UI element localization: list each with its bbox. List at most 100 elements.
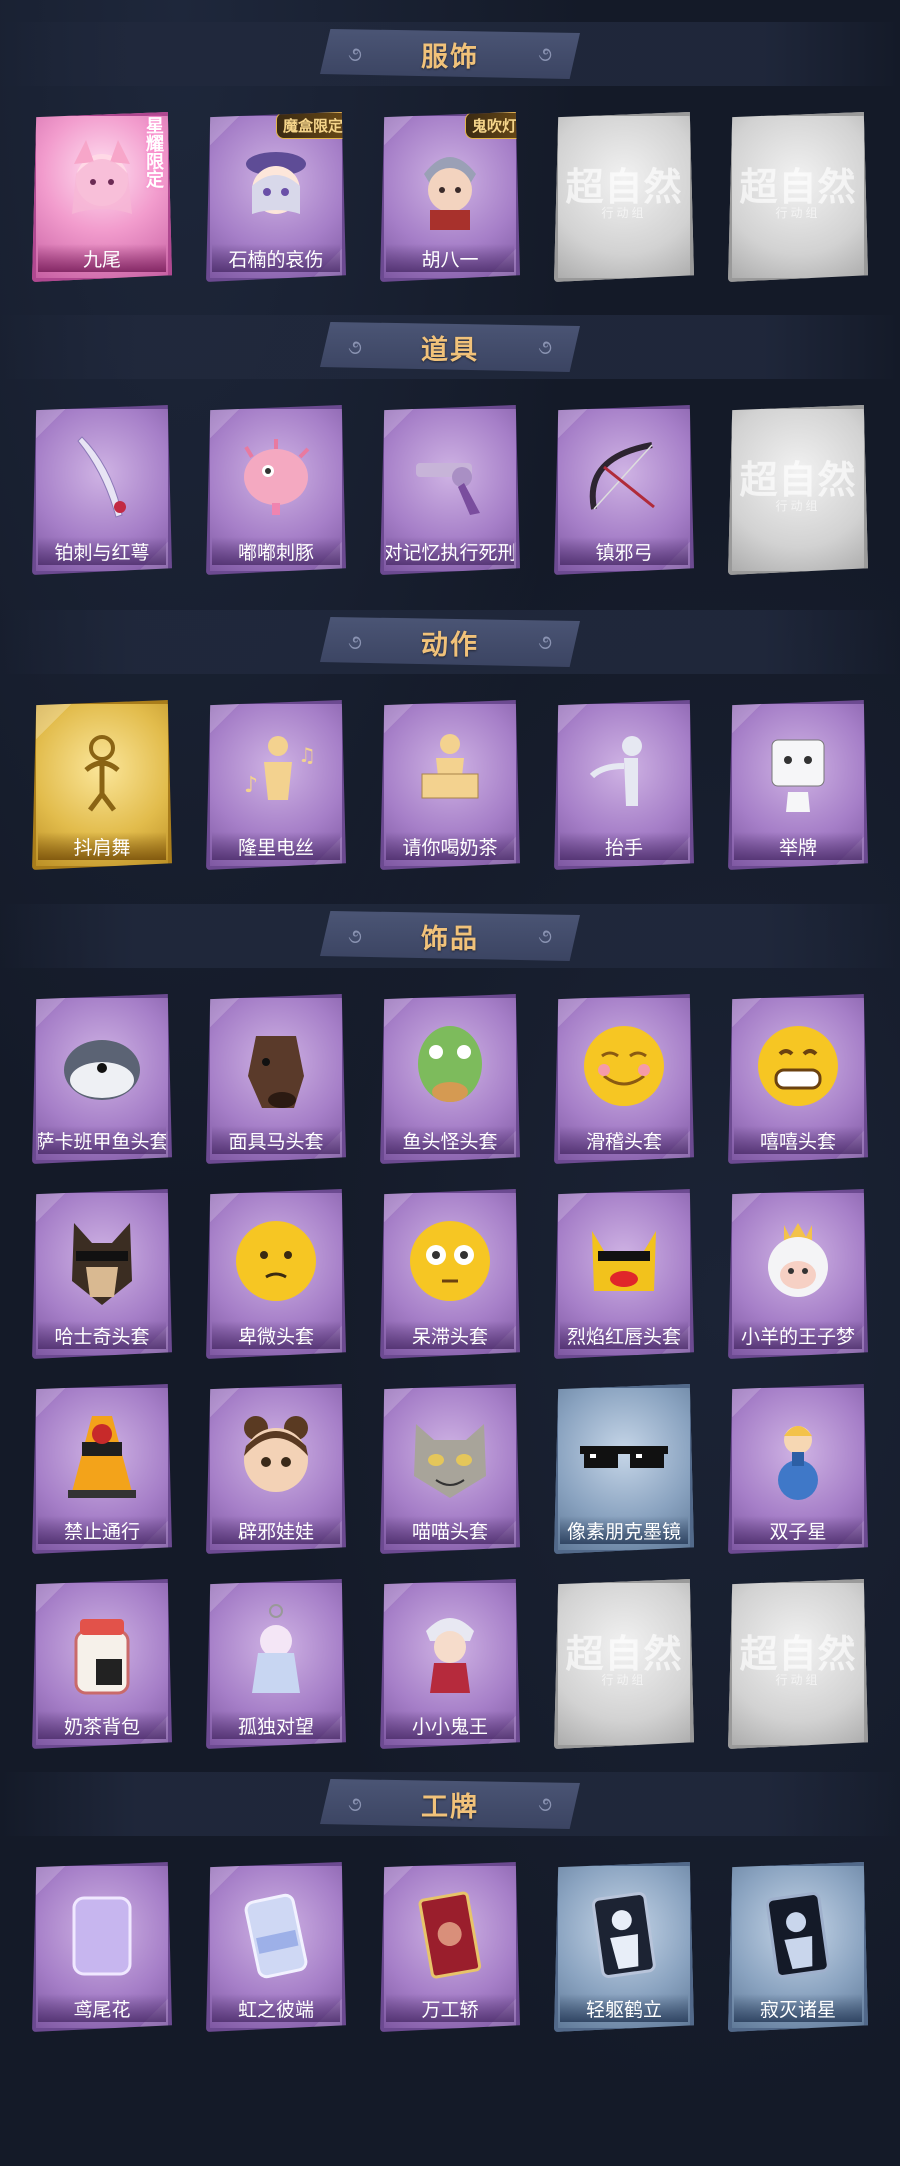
pufferfish-icon	[226, 427, 326, 527]
section-title-banner: ૭ 工牌 ૭	[320, 1779, 580, 1829]
reward-card-label: 轻躯鹤立	[560, 1994, 688, 2022]
red-card-icon	[400, 1884, 500, 1984]
placeholder-logo-subtext: 行动组	[601, 1673, 647, 1687]
section-title-banner: ૭ 饰品 ૭	[320, 911, 580, 961]
fox-girl-portrait-icon	[52, 134, 152, 234]
sign-pose-icon	[400, 722, 500, 822]
reward-card-label: 镇邪弓	[560, 537, 688, 565]
reward-card[interactable]: 超自然 行动组	[728, 405, 868, 575]
reward-catalog: ૭ 服饰 ૭ 九尾 星耀限定 石楠的哀伤 魔盒限定 胡八一 鬼吹灯 超自然 行动组 超自然 行动组 ૭ 道具…	[0, 0, 900, 2166]
reward-card[interactable]: 抬手	[554, 700, 694, 870]
placeholder-logo-text: 超自然	[739, 1631, 857, 1676]
sheep-crown-icon	[748, 1211, 848, 1311]
keychain-figure-icon	[226, 1601, 326, 1701]
badge-card-icon	[52, 1884, 152, 1984]
milk-tea-bag-icon	[52, 1601, 152, 1701]
fish-head-icon	[52, 1016, 152, 1116]
reward-card-label: 哈士奇头套	[38, 1321, 166, 1349]
reward-card[interactable]: 超自然 行动组	[554, 1579, 694, 1749]
placeholder-logo-subtext: 行动组	[775, 206, 821, 220]
reward-card[interactable]: 镇邪弓	[554, 405, 694, 575]
section-title-banner: ૭ 服饰 ૭	[320, 29, 580, 79]
reward-card[interactable]: 万工轿	[380, 1862, 520, 2032]
pixel-sunglasses-icon	[574, 1406, 674, 1506]
reward-card-label: 举牌	[734, 832, 862, 860]
swirl-ornament-icon: ૭	[348, 630, 362, 654]
reward-card[interactable]: 抖肩舞	[32, 700, 172, 870]
swirl-ornament-icon: ૭	[538, 924, 552, 948]
placeholder-logo-subtext: 行动组	[775, 499, 821, 513]
reward-card-label: 虹之彼端	[212, 1994, 340, 2022]
raise-hand-pose-icon	[574, 722, 674, 822]
reward-card[interactable]: 对记忆执行死刑	[380, 405, 520, 575]
reward-card[interactable]: ♪ ♫ 隆里电丝	[206, 700, 346, 870]
dance-pose-icon	[52, 722, 152, 822]
reward-card[interactable]: 小羊的王子梦	[728, 1189, 868, 1359]
reward-card[interactable]: 奶茶背包	[32, 1579, 172, 1749]
reward-card[interactable]: 滑稽头套	[554, 994, 694, 1164]
reward-card[interactable]: 禁止通行	[32, 1384, 172, 1554]
reward-card-label: 呆滞头套	[386, 1321, 514, 1349]
swirl-ornament-icon: ૭	[348, 335, 362, 359]
reward-card[interactable]: 铂刺与红萼	[32, 405, 172, 575]
reward-card[interactable]: 请你喝奶茶	[380, 700, 520, 870]
reward-card[interactable]: 呆滞头套	[380, 1189, 520, 1359]
reward-card[interactable]: 九尾 星耀限定	[32, 112, 172, 282]
section-title: 道具	[421, 334, 479, 366]
reward-card[interactable]: 小小鬼王	[380, 1579, 520, 1749]
bow-icon	[574, 427, 674, 527]
reward-card[interactable]: 喵喵头套	[380, 1384, 520, 1554]
reward-card[interactable]: 超自然 行动组	[728, 112, 868, 282]
reward-card[interactable]: 卑微头套	[206, 1189, 346, 1359]
cat-head-icon	[400, 1406, 500, 1506]
reward-card[interactable]: 哈士奇头套	[32, 1189, 172, 1359]
husky-head-icon	[52, 1211, 152, 1311]
reward-card[interactable]: 嘻嘻头套	[728, 994, 868, 1164]
reward-card[interactable]: 鱼头怪头套	[380, 994, 520, 1164]
reward-card-label: 萨卡班甲鱼头套	[38, 1126, 166, 1154]
placeholder-logo-text: 超自然	[565, 1631, 683, 1676]
svg-text:♫: ♫	[298, 743, 316, 767]
reward-card[interactable]: 双子星	[728, 1384, 868, 1554]
swirl-ornament-icon: ૭	[348, 924, 362, 948]
reward-card[interactable]: 虹之彼端	[206, 1862, 346, 2032]
section-title: 动作	[421, 629, 479, 661]
horse-head-icon	[226, 1016, 326, 1116]
reward-card-label: 铂刺与红萼	[38, 537, 166, 565]
twin-star-icon	[748, 1406, 848, 1506]
reward-card-label: 双子星	[734, 1516, 862, 1544]
reward-card[interactable]: 萨卡班甲鱼头套	[32, 994, 172, 1164]
girl-hat-portrait-icon	[226, 134, 326, 234]
reward-card[interactable]: 超自然 行动组	[554, 112, 694, 282]
svg-text:♪: ♪	[244, 773, 258, 798]
reward-card[interactable]: 像素朋克墨镜	[554, 1384, 694, 1554]
revolver-icon	[400, 427, 500, 527]
reward-card-label: 胡八一	[386, 244, 514, 272]
section-title: 饰品	[421, 923, 479, 955]
swirl-ornament-icon: ૭	[538, 335, 552, 359]
reward-card[interactable]: 举牌	[728, 700, 868, 870]
reward-card[interactable]: 嘟嘟刺豚	[206, 405, 346, 575]
reward-card[interactable]: 超自然 行动组	[728, 1579, 868, 1749]
reward-card[interactable]: 轻躯鹤立	[554, 1862, 694, 2032]
limited-edition-badge: 魔盒限定	[275, 112, 346, 139]
swirl-ornament-icon: ૭	[538, 1792, 552, 1816]
reward-card[interactable]: 烈焰红唇头套	[554, 1189, 694, 1359]
reward-card[interactable]: 石楠的哀伤 魔盒限定	[206, 112, 346, 282]
placeholder-logo-subtext: 行动组	[601, 206, 647, 220]
reward-card[interactable]: 胡八一 鬼吹灯	[380, 112, 520, 282]
reward-card[interactable]: 孤独对望	[206, 1579, 346, 1749]
placeholder-logo-text: 超自然	[739, 164, 857, 209]
reward-card-label: 万工轿	[386, 1994, 514, 2022]
reward-card-label: 嘻嘻头套	[734, 1126, 862, 1154]
dazed-face-icon	[400, 1211, 500, 1311]
reward-card[interactable]: 鸢尾花	[32, 1862, 172, 2032]
reward-card[interactable]: 辟邪娃娃	[206, 1384, 346, 1554]
reward-card[interactable]: 面具马头套	[206, 994, 346, 1164]
reward-card-label: 辟邪娃娃	[212, 1516, 340, 1544]
reward-card-label: 滑稽头套	[560, 1126, 688, 1154]
reward-card-label: 抬手	[560, 832, 688, 860]
reward-card[interactable]: 寂灭诸星	[728, 1862, 868, 2032]
red-lips-head-icon	[574, 1211, 674, 1311]
reward-card-label: 面具马头套	[212, 1126, 340, 1154]
